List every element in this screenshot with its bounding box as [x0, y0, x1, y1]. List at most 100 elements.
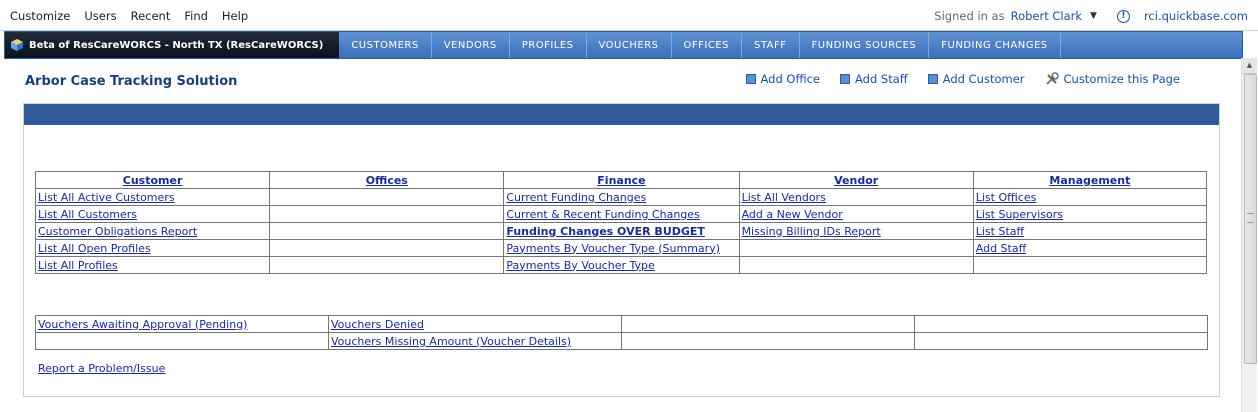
customize-page-label: Customize this Page	[1063, 72, 1181, 86]
vouchers-awaiting-approval-link[interactable]: Vouchers Awaiting Approval (Pending)	[38, 318, 247, 331]
customer-obligations-report-link[interactable]: Customer Obligations Report	[38, 225, 197, 238]
header-finance-link[interactable]: Finance	[597, 174, 645, 187]
table-row: Vouchers Missing Amount (Voucher Details…	[35, 332, 1208, 350]
header-customer-link[interactable]: Customer	[123, 174, 183, 187]
table-cell: List Staff	[972, 222, 1208, 240]
user-menu[interactable]: Robert Clark	[1011, 9, 1082, 23]
header-management-link[interactable]: Management	[1049, 174, 1130, 187]
list-supervisors-link[interactable]: List Supervisors	[976, 208, 1063, 221]
tab-vendors[interactable]: VENDORS	[432, 32, 510, 58]
menu-recent[interactable]: Recent	[131, 9, 171, 23]
add-new-vendor-link[interactable]: Add a New Vendor	[742, 208, 843, 221]
current-funding-changes-link[interactable]: Current Funding Changes	[506, 191, 646, 204]
table-cell: Funding Changes OVER BUDGET	[503, 222, 740, 240]
current-recent-funding-changes-link[interactable]: Current & Recent Funding Changes	[506, 208, 699, 221]
tab-staff[interactable]: STAFF	[742, 32, 800, 58]
add-customer-button[interactable]: Add Customer	[927, 72, 1025, 86]
report-problem-link[interactable]: Report a Problem/Issue	[38, 362, 165, 375]
header-offices-link[interactable]: Offices	[366, 174, 408, 187]
header-cell: Management	[972, 171, 1208, 189]
list-all-open-profiles-link[interactable]: List All Open Profiles	[38, 242, 151, 255]
vouchers-missing-amount-link[interactable]: Vouchers Missing Amount (Voucher Details…	[331, 335, 571, 348]
top-menu: Customize Users Recent Find Help	[10, 9, 248, 23]
tab-funding-sources[interactable]: FUNDING SOURCES	[800, 32, 930, 58]
info-icon[interactable]: !	[1116, 9, 1130, 23]
table-cell	[269, 205, 505, 223]
header-cell: Finance	[503, 171, 740, 189]
tab-offices[interactable]: OFFICES	[672, 32, 742, 58]
add-icon	[927, 74, 938, 84]
scroll-up-arrow-icon[interactable]: ▲	[1242, 58, 1257, 74]
table-row: List All Customers Current & Recent Fund…	[34, 205, 1208, 223]
list-offices-link[interactable]: List Offices	[976, 191, 1037, 204]
table-cell	[621, 332, 915, 350]
report-links-table: Customer Offices Finance Vendor Manageme…	[34, 171, 1208, 274]
table-cell	[621, 315, 915, 333]
tab-funding-changes[interactable]: FUNDING CHANGES	[929, 32, 1061, 58]
add-office-button[interactable]: Add Office	[745, 72, 821, 86]
table-cell: Payments By Voucher Type	[503, 256, 740, 274]
vouchers-links-table: Vouchers Awaiting Approval (Pending) Vou…	[35, 315, 1208, 350]
table-cell: Current Funding Changes	[503, 188, 740, 206]
table-row: Customer Obligations Report Funding Chan…	[34, 222, 1208, 240]
header-cell: Vendor	[738, 171, 974, 189]
menu-customize[interactable]: Customize	[10, 9, 70, 23]
app-name[interactable]: Beta of ResCareWORCS - North TX (ResCare…	[5, 32, 340, 58]
list-staff-link[interactable]: List Staff	[976, 225, 1024, 238]
payments-by-voucher-type-link[interactable]: Payments By Voucher Type	[506, 259, 654, 272]
table-cell: List All Customers	[34, 205, 271, 223]
table-cell: Customer Obligations Report	[34, 222, 271, 240]
table-cell: Current & Recent Funding Changes	[503, 205, 740, 223]
add-customer-label: Add Customer	[942, 72, 1025, 86]
tab-customers[interactable]: CUSTOMERS	[339, 32, 432, 58]
app-name-label: Beta of ResCareWORCS - North TX (ResCare…	[29, 39, 324, 51]
table-cell: Vouchers Awaiting Approval (Pending)	[35, 315, 329, 333]
menu-find[interactable]: Find	[184, 9, 208, 23]
table-cell	[269, 188, 505, 206]
add-office-label: Add Office	[760, 72, 821, 86]
add-staff-link[interactable]: Add Staff	[976, 242, 1026, 255]
chevron-down-icon[interactable]: ▼	[1090, 11, 1097, 21]
add-staff-label: Add Staff	[855, 72, 908, 86]
header-vendor-link[interactable]: Vendor	[834, 174, 878, 187]
customize-page-button[interactable]: Customize this Page	[1045, 72, 1181, 86]
menu-help[interactable]: Help	[222, 9, 248, 23]
table-cell: List All Vendors	[738, 188, 974, 206]
report-problem-area: Report a Problem/Issue	[38, 362, 165, 375]
vertical-scrollbar[interactable]: ▲	[1241, 58, 1257, 412]
list-all-customers-link[interactable]: List All Customers	[38, 208, 137, 221]
table-cell	[269, 256, 505, 274]
tools-icon	[1045, 72, 1059, 85]
table-row: List All Open Profiles Payments By Vouch…	[34, 239, 1208, 257]
table-cell: Vouchers Denied	[328, 315, 622, 333]
table-cell: Missing Billing IDs Report	[738, 222, 974, 240]
add-icon	[840, 74, 851, 84]
table-cell: Payments By Voucher Type (Summary)	[503, 239, 740, 257]
app-nav-bar: Beta of ResCareWORCS - North TX (ResCare…	[4, 31, 1243, 59]
add-staff-button[interactable]: Add Staff	[840, 72, 908, 86]
domain-link[interactable]: rci.quickbase.com	[1144, 9, 1248, 23]
tab-profiles[interactable]: PROFILES	[510, 32, 587, 58]
scrollbar-thumb[interactable]	[1244, 74, 1257, 364]
page-actions: Add Office Add Staff Add Customer Custom…	[745, 72, 1181, 86]
table-cell	[269, 239, 505, 257]
list-all-active-customers-link[interactable]: List All Active Customers	[38, 191, 175, 204]
table-cell: List All Active Customers	[34, 188, 271, 206]
table-cell	[914, 315, 1208, 333]
menu-users[interactable]: Users	[84, 9, 116, 23]
list-all-vendors-link[interactable]: List All Vendors	[742, 191, 826, 204]
table-cell: Add a New Vendor	[738, 205, 974, 223]
signin-label: Signed in as	[934, 9, 1005, 23]
table-header-row: Customer Offices Finance Vendor Manageme…	[34, 171, 1208, 189]
missing-billing-ids-report-link[interactable]: Missing Billing IDs Report	[742, 225, 881, 238]
funding-changes-over-budget-link[interactable]: Funding Changes OVER BUDGET	[506, 225, 705, 238]
table-cell	[269, 222, 505, 240]
vouchers-denied-link[interactable]: Vouchers Denied	[331, 318, 424, 331]
payments-by-voucher-type-summary-link[interactable]: Payments By Voucher Type (Summary)	[506, 242, 720, 255]
list-all-profiles-link[interactable]: List All Profiles	[38, 259, 118, 272]
table-cell: Add Staff	[972, 239, 1208, 257]
table-cell: List All Profiles	[34, 256, 271, 274]
table-cell	[914, 332, 1208, 350]
tab-vouchers[interactable]: VOUCHERS	[587, 32, 672, 58]
table-cell: Vouchers Missing Amount (Voucher Details…	[328, 332, 622, 350]
